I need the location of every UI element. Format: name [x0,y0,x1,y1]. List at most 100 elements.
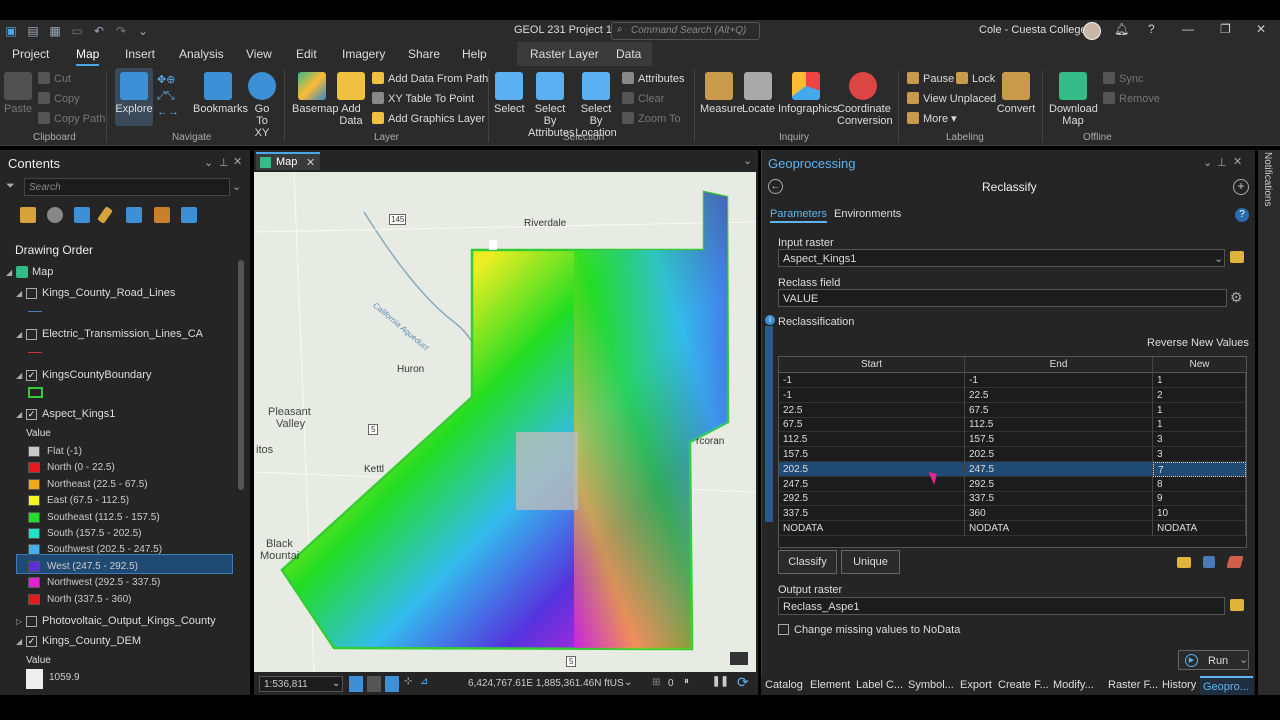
tab-view[interactable]: View [246,47,272,61]
view-unplaced-button[interactable]: View Unplaced [907,92,996,105]
layer-kings-county-boundary[interactable]: ◢ ✓ KingsCountyBoundary [16,369,151,381]
pane-options-icon[interactable]: ⌄ [1203,156,1212,169]
column-header-end[interactable]: End [965,357,1153,373]
cut-button[interactable]: Cut [38,72,71,85]
close-window-icon[interactable]: ✕ [1256,22,1266,36]
expand-icon[interactable]: ◢ [6,268,16,277]
save-icon[interactable] [1203,556,1215,568]
select-button[interactable]: Select [494,72,525,115]
cell-new[interactable]: 1 [1153,373,1246,388]
basemap-button[interactable]: Basemap [292,72,338,115]
tab-parameters[interactable]: Parameters [770,208,827,223]
legend-item[interactable]: Flat (-1) [28,446,82,457]
layer-checkbox[interactable] [26,615,37,627]
cell-new[interactable]: 3 [1153,432,1246,448]
user-name[interactable]: Cole - Cuesta College [979,24,1087,36]
pause-labels-button[interactable]: Pause [907,72,954,85]
cell-start[interactable]: 157.5 [779,447,965,462]
command-search-input[interactable]: ⌕ Command Search (Alt+Q) [611,22,760,40]
pin-icon[interactable]: ⊥ [1217,156,1227,169]
table-scrollbar[interactable] [765,326,773,522]
tab-export[interactable]: Export [960,679,992,691]
table-row[interactable]: 247.5 292.5 8 [779,476,1246,492]
tab-raster-functions[interactable]: Raster F... [1108,679,1158,691]
list-by-editing-icon[interactable] [97,206,113,224]
navigation-icon[interactable]: ⏸︎ [684,676,689,687]
table-row[interactable]: 112.5 157.5 3 [779,432,1246,448]
select-by-attributes-button[interactable]: Select By Attributes [528,72,574,139]
cell-start[interactable]: NODATA [779,521,965,536]
table-row[interactable]: 22.5 67.5 1 [779,402,1246,418]
sync-button[interactable]: Sync [1103,72,1143,85]
tab-modify[interactable]: Modify... [1053,679,1094,691]
notification-bell-icon[interactable]: 🔔︎ [1114,22,1129,36]
close-pane-icon[interactable]: ✕ [1233,155,1242,168]
expand-icon[interactable]: ◢ [16,371,26,380]
input-raster-select[interactable]: Aspect_Kings1 ⌄ [778,249,1225,267]
cell-start[interactable]: 112.5 [779,432,965,448]
classify-button[interactable]: Classify [778,550,837,574]
cell-end[interactable]: -1 [965,373,1153,388]
legend-item[interactable]: Southwest (202.5 - 247.5) [28,544,162,556]
avatar[interactable] [1083,22,1101,40]
copy-path-button[interactable]: Copy Path [38,112,105,125]
legend-item[interactable]: Southeast (112.5 - 157.5) [28,511,160,523]
more-labeling-button[interactable]: More ▾ [907,112,957,125]
expand-icon[interactable]: ◢ [16,410,26,419]
tab-edit[interactable]: Edit [296,47,317,61]
zoom-to-selection-button[interactable]: Zoom To [622,112,681,125]
add-data-button[interactable]: Add Data [337,72,365,127]
expand-icon[interactable]: ◢ [16,637,26,646]
paste-button[interactable]: Paste [4,72,32,115]
undo-icon[interactable]: ↶ [88,20,110,42]
notifications-pane-strip[interactable]: Notifications [1258,150,1280,695]
cell-end[interactable]: 292.5 [965,476,1153,492]
expand-icon[interactable]: ▷ [16,617,26,626]
tab-create-features[interactable]: Create F... [998,679,1049,691]
layer-photovoltaic-output[interactable]: ▷ Photovoltaic_Output_Kings_County [16,615,216,627]
legend-item[interactable]: West (247.5 - 292.5) [28,560,138,572]
table-row[interactable]: 67.5 112.5 1 [779,417,1246,433]
convert-labels-button[interactable]: Convert [996,72,1036,115]
clear-eraser-icon[interactable] [1226,556,1244,568]
list-by-snapping-icon[interactable] [126,207,142,223]
select-by-location-button[interactable]: Select By Location [575,72,617,139]
layer-checkbox[interactable]: ✓ [26,635,37,647]
cell-new[interactable]: 7 [1153,461,1246,477]
restore-icon[interactable]: ❐ [1220,22,1231,36]
coordinate-conversion-button[interactable]: Coordinate Conversion [837,72,893,127]
output-raster-input[interactable]: Reclass_Aspe1 [778,597,1225,615]
close-map-tab-icon[interactable]: ✕ [306,156,315,169]
browse-folder-icon[interactable] [1230,599,1244,611]
reclass-field-select[interactable]: VALUE [778,289,1227,307]
layer-electric-transmission-lines[interactable]: ◢ Electric_Transmission_Lines_CA [16,328,203,340]
tab-help[interactable]: Help [462,47,487,61]
help-icon[interactable]: ? [1235,208,1249,222]
expand-icon[interactable]: ◢ [16,289,26,298]
clear-selection-button[interactable]: Clear [622,92,664,105]
reverse-new-values-button[interactable]: Reverse New Values [1147,337,1249,349]
refresh-icon[interactable]: ⟳ [737,674,749,691]
layer-checkbox[interactable] [26,328,37,340]
layer-checkbox[interactable]: ✓ [26,408,37,420]
cell-end[interactable]: 247.5 [965,461,1153,477]
run-button[interactable]: ▶ Run ⌄ [1178,650,1249,670]
infographics-button[interactable]: Infographics [778,72,838,115]
cell-start[interactable]: 22.5 [779,402,965,418]
tab-geoprocessing[interactable]: Geopro... [1200,676,1253,695]
browse-folder-icon[interactable] [1230,251,1244,263]
redo-icon[interactable]: ↷ [110,20,132,42]
save-icon[interactable]: ▦ [44,20,66,42]
layer-checkbox[interactable]: ✓ [26,369,37,381]
grid-icon[interactable] [367,676,381,692]
nav-arrows-icon[interactable]: ✥⊕ ⤢⤡ ←→ [157,72,187,122]
tab-map[interactable]: Map [76,47,100,66]
unique-button[interactable]: Unique [841,550,900,574]
tab-data[interactable]: Data [616,47,641,61]
lock-labels-button[interactable]: Lock [956,72,995,85]
cell-new[interactable]: 9 [1153,491,1246,507]
correction-icon[interactable]: ⊿ [420,676,428,687]
cell-new[interactable]: NODATA [1153,521,1246,536]
explore-button[interactable]: Explore [115,68,153,126]
cell-new[interactable]: 2 [1153,387,1246,403]
